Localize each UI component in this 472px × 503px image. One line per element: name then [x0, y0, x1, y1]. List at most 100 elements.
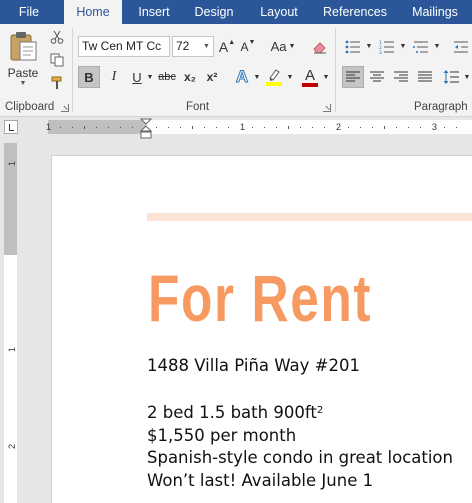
eraser-icon — [313, 41, 326, 53]
numbering-dropdown-icon[interactable]: ▼ — [398, 36, 408, 57]
bold-button[interactable]: B — [78, 66, 100, 88]
ruler-number: 1 — [7, 160, 17, 166]
clipboard-launcher-icon[interactable] — [61, 104, 69, 112]
align-right-icon — [394, 71, 408, 82]
tab-references[interactable]: References — [318, 0, 392, 24]
indent-marker-icon[interactable] — [139, 118, 153, 140]
tab-file[interactable]: File — [0, 0, 58, 24]
grow-font-button[interactable]: A ▲ — [219, 36, 235, 57]
font-size-combo[interactable]: 72 ▼ — [172, 36, 214, 57]
numbering-button[interactable]: 1 2 3 — [376, 36, 398, 57]
underline-dropdown-icon[interactable]: ▼ — [145, 66, 155, 88]
grow-font-icon: A — [218, 38, 229, 55]
align-right-button[interactable] — [390, 66, 412, 88]
decorative-bar — [147, 213, 472, 221]
font-name-value: Tw Cen MT Cc — [82, 39, 162, 53]
group-divider — [335, 28, 336, 112]
tab-selector-button[interactable] — [4, 120, 18, 134]
font-color-icon: A — [304, 66, 315, 84]
paintbrush-icon — [51, 76, 62, 89]
beds-baths-text: 2 bed 1.5 bath 900ft — [147, 403, 317, 422]
justify-icon — [418, 71, 432, 82]
tab-design[interactable]: Design — [186, 0, 242, 24]
description-line: Spanish-style condo in great location — [147, 448, 453, 467]
ruler-number: 3 — [432, 122, 438, 132]
align-center-button[interactable] — [366, 66, 388, 88]
ribbon-tab-bar: File Home Insert Design Layout Reference… — [0, 0, 472, 24]
decrease-indent-button[interactable] — [450, 36, 472, 57]
multilevel-dropdown-icon[interactable]: ▼ — [432, 36, 442, 57]
format-painter-button[interactable] — [48, 74, 66, 92]
ruler-number: 1 — [46, 122, 52, 132]
italic-button[interactable]: I — [104, 66, 124, 88]
align-left-icon — [346, 71, 360, 82]
paste-button[interactable]: Paste ▼ — [6, 30, 40, 88]
change-case-button[interactable]: Aa ▼ — [268, 36, 298, 57]
text-effects-button[interactable]: A — [232, 66, 252, 88]
font-color-swatch — [302, 82, 318, 87]
document-page[interactable]: For Rent 1488 Villa Piña Way #201 2 bed … — [51, 155, 472, 503]
bullet-list-icon — [345, 40, 360, 53]
paste-icon — [10, 32, 37, 61]
line-spacing-icon — [443, 70, 459, 84]
highlight-dropdown-icon[interactable]: ▼ — [285, 66, 295, 88]
chevron-down-icon[interactable]: ▼ — [200, 37, 213, 56]
superscript-button[interactable]: x² — [202, 66, 222, 88]
beds-baths-superscript: 2 — [316, 405, 324, 416]
tab-layout[interactable]: Layout — [252, 0, 306, 24]
font-launcher-icon[interactable] — [323, 104, 331, 112]
price-line: $1,550 per month — [147, 426, 297, 445]
ruler-number: 2 — [336, 122, 342, 132]
shrink-font-icon: A — [240, 39, 249, 54]
chevron-down-icon: ▼ — [19, 80, 27, 87]
ruler-number: 1 — [7, 346, 17, 352]
underline-button[interactable]: U — [127, 66, 147, 88]
bullets-button[interactable] — [342, 36, 364, 57]
ruler-number: 2 — [7, 443, 17, 449]
ruler-number: 1 — [240, 122, 246, 132]
copy-button[interactable] — [48, 51, 66, 69]
strikethrough-button[interactable]: abc — [157, 66, 177, 88]
document-title: For Rent — [148, 261, 373, 335]
group-divider — [72, 28, 73, 112]
beds-baths-line: 2 bed 1.5 bath 900ft2 — [147, 403, 323, 423]
clipboard-group-label: Clipboard — [5, 101, 55, 113]
font-group-label: Font — [186, 101, 210, 113]
copy-icon — [50, 53, 64, 67]
text-effects-dropdown-icon[interactable]: ▼ — [252, 66, 262, 88]
highlight-button[interactable] — [264, 66, 284, 88]
tab-mailings[interactable]: Mailings — [404, 0, 466, 24]
font-size-value: 72 — [176, 39, 190, 53]
ruler-margin — [4, 143, 17, 255]
paragraph-group-label: Paragraph — [414, 101, 468, 113]
highlighter-icon — [266, 69, 282, 86]
font-color-button[interactable]: A — [300, 66, 320, 88]
scissors-icon — [50, 30, 64, 44]
subscript-button[interactable]: x₂ — [180, 66, 200, 88]
word-window: File Home Insert Design Layout Reference… — [0, 0, 472, 503]
numbered-list-icon: 1 2 3 — [379, 40, 394, 54]
clear-formatting-button[interactable] — [310, 36, 330, 57]
tab-home[interactable]: Home — [64, 0, 122, 24]
vertical-ruler[interactable] — [4, 143, 17, 503]
address-line: 1488 Villa Piña Way #201 — [147, 356, 360, 375]
line-spacing-button[interactable] — [440, 66, 462, 88]
multilevel-list-button[interactable] — [410, 36, 432, 57]
availability-line: Won’t last! Available June 1 — [147, 471, 374, 490]
svg-text:3: 3 — [379, 50, 382, 54]
ribbon-home: Paste ▼ Clipboard Tw Cen MT Cc 72 ▼ A ▲ … — [0, 24, 472, 117]
align-center-icon — [370, 71, 384, 82]
bullets-dropdown-icon[interactable]: ▼ — [364, 36, 374, 57]
multilevel-list-icon — [413, 41, 428, 53]
align-left-button[interactable] — [342, 66, 364, 88]
change-case-icon: Aa — [270, 39, 287, 54]
cut-button[interactable] — [48, 28, 66, 46]
font-name-combo[interactable]: Tw Cen MT Cc — [78, 36, 170, 57]
font-color-dropdown-icon[interactable]: ▼ — [321, 66, 331, 88]
decrease-indent-icon — [454, 41, 468, 52]
justify-button[interactable] — [414, 66, 436, 88]
paste-label: Paste — [7, 66, 39, 80]
shrink-font-button[interactable]: A ▼ — [240, 36, 256, 57]
line-spacing-dropdown-icon[interactable]: ▼ — [462, 66, 472, 88]
tab-insert[interactable]: Insert — [126, 0, 182, 24]
